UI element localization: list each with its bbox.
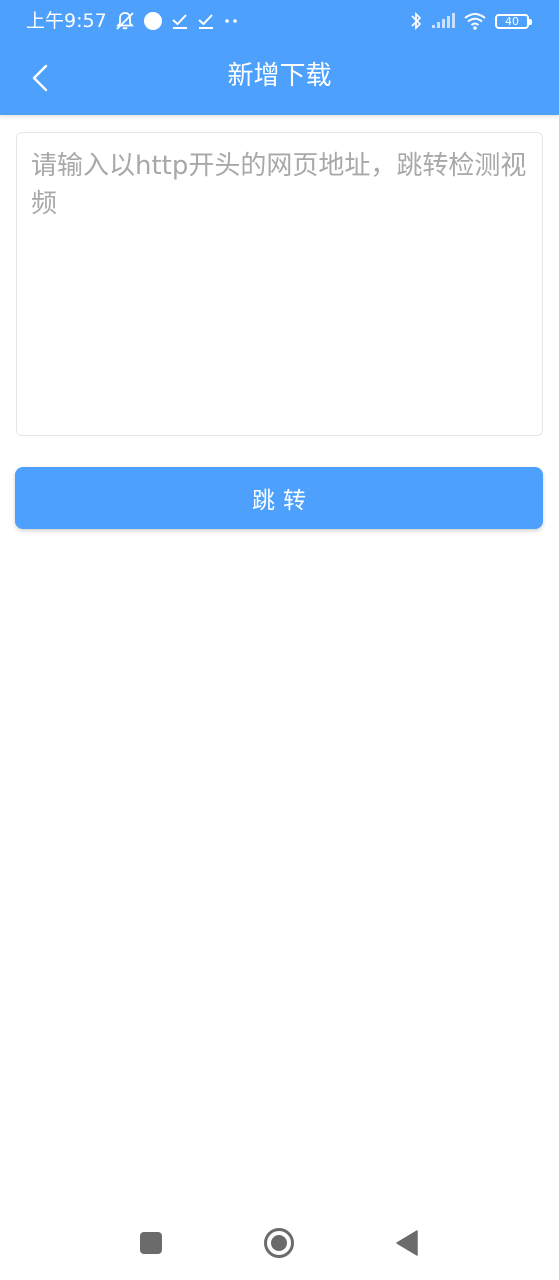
back-triangle-icon [395, 1230, 419, 1256]
wifi-icon [463, 12, 487, 30]
url-input[interactable] [16, 132, 543, 436]
download-check-icon [171, 12, 189, 30]
jump-button[interactable]: 跳转 [15, 467, 543, 529]
home-button[interactable] [262, 1226, 296, 1260]
page-title: 新增下载 [227, 61, 332, 91]
download-check-icon [197, 12, 215, 30]
status-right: 40 [409, 8, 532, 34]
battery-level: 40 [505, 14, 519, 28]
circle-dot-icon [143, 11, 163, 31]
status-bar: 上午9:57 40 [0, 0, 559, 42]
app-bar: 新增下载 [0, 42, 559, 115]
chevron-left-icon [31, 64, 49, 92]
back-nav-button[interactable] [390, 1226, 424, 1260]
signal-icon [431, 13, 455, 29]
recents-button[interactable] [134, 1226, 168, 1260]
battery-icon: 40 [495, 13, 532, 29]
back-button[interactable] [22, 56, 58, 100]
more-dots-icon [223, 16, 241, 26]
mute-bell-icon [115, 11, 135, 31]
status-left: 上午9:57 [26, 8, 241, 34]
recents-square-icon [139, 1231, 163, 1255]
system-nav-bar [0, 1206, 559, 1280]
home-circle-icon [263, 1227, 295, 1259]
bluetooth-icon [409, 11, 423, 31]
screen: 上午9:57 40 新增下载 请输入以http开头的网页地址，跳转检测视频 跳转 [0, 0, 559, 1280]
status-time: 上午9:57 [26, 10, 107, 32]
